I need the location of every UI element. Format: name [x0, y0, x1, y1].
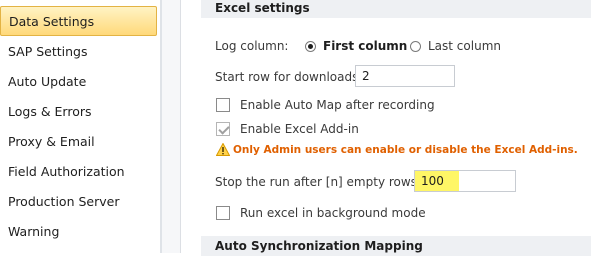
warning-icon — [216, 143, 230, 156]
sidebar-item-logs-errors[interactable]: Logs & Errors — [0, 97, 160, 127]
panel-gutter — [162, 0, 180, 253]
run-background-checkbox[interactable] — [216, 206, 230, 220]
radio-last-column-label[interactable]: Last column — [428, 39, 501, 53]
auto-sync-mapping-header: Auto Synchronization Mapping — [201, 236, 591, 256]
stop-run-value: 100 — [421, 174, 444, 188]
settings-panel: Excel settings Log column: First column … — [181, 0, 591, 256]
sidebar-item-auto-update[interactable]: Auto Update — [0, 67, 160, 97]
admin-only-warning: Only Admin users can enable or disable t… — [233, 144, 578, 156]
radio-last-column[interactable] — [410, 41, 421, 52]
settings-sidebar: Data Settings SAP Settings Auto Update L… — [0, 0, 160, 253]
sidebar-item-field-authorization[interactable]: Field Authorization — [0, 157, 160, 187]
enable-auto-map-checkbox[interactable] — [216, 98, 230, 112]
radio-first-column[interactable] — [305, 41, 316, 52]
run-background-label[interactable]: Run excel in background mode — [240, 206, 426, 220]
start-row-input[interactable]: 2 — [355, 65, 455, 87]
start-row-label: Start row for downloads: — [215, 70, 363, 84]
sidebar-item-proxy-email[interactable]: Proxy & Email — [0, 127, 160, 157]
enable-excel-addin-checkbox[interactable] — [216, 122, 230, 136]
stop-run-label: Stop the run after [n] empty rows: — [215, 175, 421, 189]
sidebar-item-production-server-warning[interactable]: Production Server Warning — [0, 187, 160, 239]
excel-settings-header: Excel settings — [201, 0, 591, 18]
log-column-label: Log column: — [215, 39, 289, 53]
enable-excel-addin-label[interactable]: Enable Excel Add-in — [240, 122, 359, 136]
sidebar-item-data-settings[interactable]: Data Settings — [0, 6, 157, 36]
stop-run-input[interactable]: 100 — [414, 170, 516, 192]
sidebar-item-sap-settings[interactable]: SAP Settings — [0, 37, 160, 67]
enable-auto-map-label[interactable]: Enable Auto Map after recording — [240, 98, 435, 112]
radio-first-column-label[interactable]: First column — [323, 39, 407, 53]
